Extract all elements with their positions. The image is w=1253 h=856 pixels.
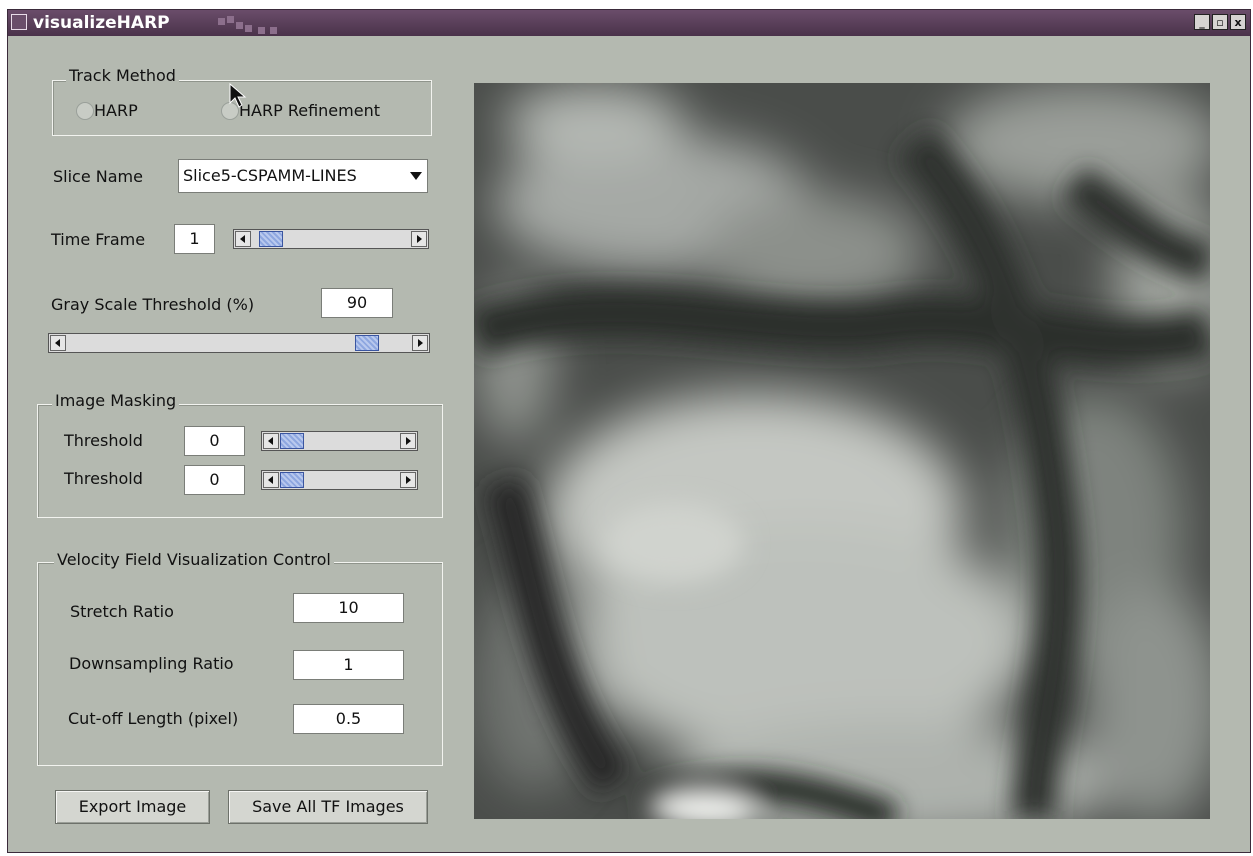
slider-thumb[interactable] [280, 433, 304, 449]
cutoff-length-field[interactable]: 0.5 [293, 704, 404, 734]
slice-name-value: Slice5-CSPAMM-LINES [183, 166, 357, 185]
scroll-left-icon[interactable] [263, 472, 279, 488]
chevron-down-icon [410, 172, 422, 180]
time-frame-slider[interactable] [233, 229, 429, 249]
scroll-left-icon[interactable] [235, 231, 251, 247]
export-image-button[interactable]: Export Image [55, 790, 210, 824]
mouse-cursor-icon [229, 83, 247, 108]
image-masking-legend: Image Masking [52, 391, 180, 410]
mask-threshold-slider-1[interactable] [261, 431, 418, 451]
title-decoration-icon [218, 16, 280, 34]
scroll-right-icon[interactable] [400, 472, 416, 488]
minimize-button[interactable]: _ [1194, 14, 1210, 30]
stretch-ratio-field[interactable]: 10 [293, 593, 404, 623]
window-menu-icon[interactable] [11, 14, 27, 30]
radio-harp-label[interactable]: HARP [94, 101, 138, 120]
scroll-left-icon[interactable] [263, 433, 279, 449]
app-window: visualizeHARP _ ▫ x Track Method HARP HARP… [7, 9, 1251, 853]
slider-thumb[interactable] [280, 472, 304, 488]
gray-threshold-slider[interactable] [48, 333, 430, 353]
mask-threshold-label-2: Threshold [64, 469, 143, 488]
gray-threshold-field[interactable]: 90 [321, 288, 393, 318]
downsampling-ratio-label: Downsampling Ratio [69, 654, 234, 673]
radio-harp[interactable] [76, 102, 94, 120]
velocity-legend: Velocity Field Visualization Control [54, 550, 334, 569]
mask-threshold-slider-2[interactable] [261, 470, 418, 490]
image-masking-group [37, 404, 443, 518]
mask-threshold-label-1: Threshold [64, 431, 143, 450]
time-frame-field[interactable]: 1 [174, 224, 215, 254]
mri-image-view[interactable] [474, 83, 1210, 819]
stretch-ratio-label: Stretch Ratio [70, 602, 174, 621]
downsampling-ratio-field[interactable]: 1 [293, 650, 404, 680]
slice-name-label: Slice Name [53, 167, 143, 186]
scroll-right-icon[interactable] [411, 231, 427, 247]
scroll-right-icon[interactable] [400, 433, 416, 449]
maximize-button[interactable]: ▫ [1212, 14, 1228, 30]
save-all-tf-images-button[interactable]: Save All TF Images [228, 790, 428, 824]
gray-threshold-label: Gray Scale Threshold (%) [51, 295, 255, 314]
mri-image [474, 83, 1210, 819]
slider-thumb[interactable] [258, 231, 283, 247]
cutoff-length-label: Cut-off Length (pixel) [68, 709, 239, 728]
title-bar[interactable]: visualizeHARP _ ▫ x [8, 10, 1250, 36]
window-title: visualizeHARP [33, 13, 170, 33]
slice-name-select[interactable]: Slice5-CSPAMM-LINES [178, 159, 428, 193]
slider-thumb[interactable] [355, 335, 379, 351]
mask-threshold-field-2[interactable]: 0 [184, 465, 245, 495]
window-controls: _ ▫ x [1192, 14, 1246, 33]
mask-threshold-field-1[interactable]: 0 [184, 426, 245, 456]
time-frame-label: Time Frame [51, 230, 146, 249]
track-method-legend: Track Method [66, 66, 179, 85]
close-button[interactable]: x [1230, 14, 1246, 30]
scroll-right-icon[interactable] [412, 335, 428, 351]
radio-harp-refinement-label[interactable]: HARP Refinement [239, 101, 380, 120]
scroll-left-icon[interactable] [50, 335, 66, 351]
